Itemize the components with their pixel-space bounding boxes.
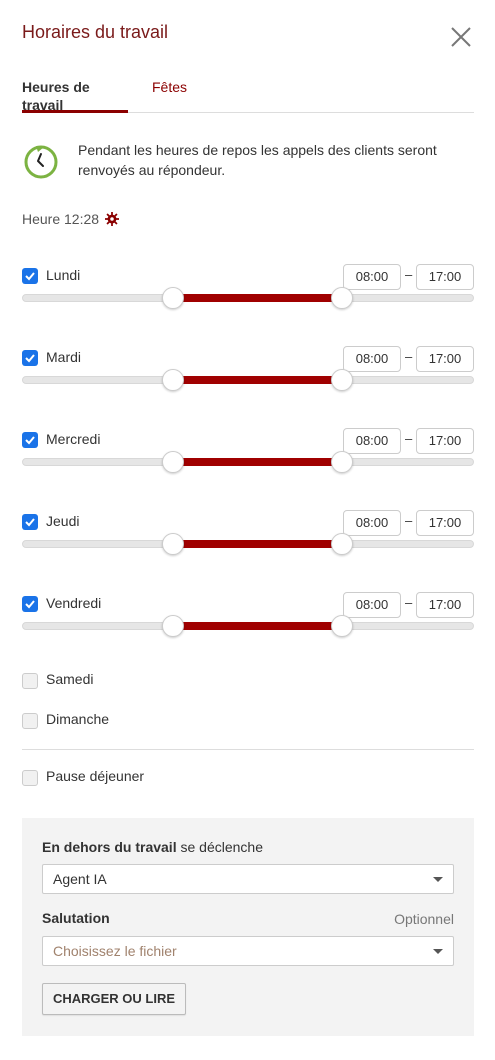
gear-icon[interactable]	[105, 212, 120, 226]
day-label-thursday: Jeudi	[46, 513, 80, 529]
day-label-tuesday: Mardi	[46, 349, 82, 365]
checkbox-wednesday[interactable]	[22, 432, 38, 448]
checkbox-thursday[interactable]	[22, 514, 38, 530]
time-to-wednesday[interactable]: 17:00	[416, 428, 474, 454]
trigger-label-rest: se déclenche	[176, 839, 263, 855]
time-to-friday[interactable]: 17:00	[416, 592, 474, 618]
checkbox-tuesday[interactable]	[22, 350, 38, 366]
slider-range-friday	[173, 622, 342, 630]
tab-working-hours[interactable]: Heures de travail	[22, 78, 128, 113]
day-label-wednesday: Mercredi	[46, 431, 101, 447]
time-from-thursday[interactable]: 08:00	[343, 510, 401, 536]
trigger-label-bold: En dehors du travail	[42, 839, 177, 855]
info-text: Pendant les heures de repos les appels d…	[78, 142, 437, 178]
lunch-break-label: Pause déjeuner	[46, 768, 145, 784]
time-to-monday[interactable]: 17:00	[416, 264, 474, 290]
time-separator: –	[405, 267, 413, 282]
trigger-select[interactable]: Agent IA	[42, 864, 454, 894]
day-label-saturday: Samedi	[46, 671, 94, 687]
current-time-label: Heure 12:28	[22, 211, 100, 227]
current-time: Heure 12:28	[22, 211, 120, 227]
checkbox-monday[interactable]	[22, 268, 38, 284]
slider-start-handle-monday[interactable]	[162, 287, 184, 309]
day-row-monday: Lundi 08:00 – 17:00	[22, 264, 474, 324]
slider-end-handle-friday[interactable]	[331, 615, 353, 637]
optional-label: Optionnel	[394, 911, 454, 927]
tab-bar: Heures de travail Fêtes	[22, 78, 474, 113]
slider-end-handle-tuesday[interactable]	[331, 369, 353, 391]
day-label-monday: Lundi	[46, 267, 81, 283]
day-row-wednesday: Mercredi 08:00 – 17:00	[22, 428, 474, 488]
day-row-saturday: Samedi	[22, 669, 322, 689]
close-icon[interactable]	[449, 25, 473, 49]
time-from-friday[interactable]: 08:00	[343, 592, 401, 618]
tab-holidays[interactable]: Fêtes	[152, 78, 187, 113]
slider-range-tuesday	[173, 376, 342, 384]
after-hours-panel: En dehors du travail se déclenche Agent …	[22, 818, 474, 1036]
slider-end-handle-wednesday[interactable]	[331, 451, 353, 473]
slider-range-thursday	[173, 540, 342, 548]
time-to-thursday[interactable]: 17:00	[416, 510, 474, 536]
day-label-sunday: Dimanche	[46, 711, 110, 727]
upload-or-play-button[interactable]: CHARGER OU LIRE	[42, 983, 186, 1015]
day-label-friday: Vendredi	[46, 595, 102, 611]
lunch-break-row: Pause déjeuner	[22, 766, 322, 786]
slider-range-wednesday	[173, 458, 342, 466]
trigger-label: En dehors du travail se déclenche	[42, 839, 263, 855]
clock-refresh-icon	[24, 145, 58, 179]
time-to-tuesday[interactable]: 17:00	[416, 346, 474, 372]
file-select[interactable]: Choisissez le fichier	[42, 936, 454, 966]
trigger-select-value: Agent IA	[53, 871, 107, 887]
chevron-down-icon	[433, 949, 443, 954]
day-row-tuesday: Mardi 08:00 – 17:00	[22, 346, 474, 406]
time-from-wednesday[interactable]: 08:00	[343, 428, 401, 454]
checkbox-friday[interactable]	[22, 596, 38, 612]
time-separator: –	[405, 513, 413, 528]
slider-start-handle-thursday[interactable]	[162, 533, 184, 555]
divider	[22, 749, 474, 750]
slider-range-monday	[173, 294, 342, 302]
checkbox-saturday[interactable]	[22, 673, 38, 689]
day-row-sunday: Dimanche	[22, 709, 322, 729]
slider-start-handle-tuesday[interactable]	[162, 369, 184, 391]
slider-end-handle-thursday[interactable]	[331, 533, 353, 555]
salutation-label: Salutation	[42, 910, 110, 926]
file-select-placeholder: Choisissez le fichier	[53, 943, 177, 959]
page-title: Horaires du travail	[22, 22, 169, 42]
day-row-thursday: Jeudi 08:00 – 17:00	[22, 510, 474, 570]
time-separator: –	[405, 595, 413, 610]
time-from-monday[interactable]: 08:00	[343, 264, 401, 290]
slider-start-handle-friday[interactable]	[162, 615, 184, 637]
slider-start-handle-wednesday[interactable]	[162, 451, 184, 473]
time-from-tuesday[interactable]: 08:00	[343, 346, 401, 372]
checkbox-lunch-break[interactable]	[22, 770, 38, 786]
time-separator: –	[405, 349, 413, 364]
checkbox-sunday[interactable]	[22, 713, 38, 729]
slider-end-handle-monday[interactable]	[331, 287, 353, 309]
time-separator: –	[405, 431, 413, 446]
day-row-friday: Vendredi 08:00 – 17:00	[22, 592, 474, 652]
chevron-down-icon	[433, 877, 443, 882]
